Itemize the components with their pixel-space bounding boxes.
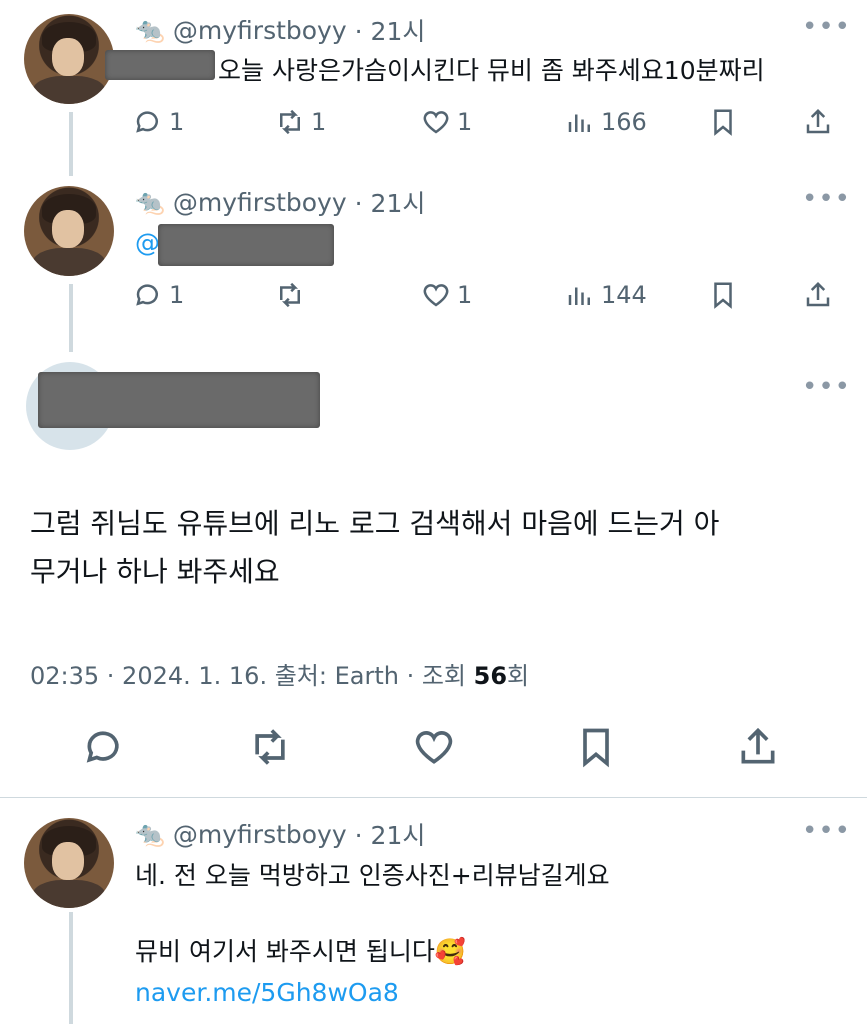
rat-emoji: 🐀: [135, 188, 165, 216]
views-icon: [568, 114, 590, 132]
rat-emoji: 🐀: [135, 16, 165, 44]
avatar[interactable]: [24, 186, 114, 276]
views-button[interactable]: 166: [565, 107, 647, 137]
bookmark-button[interactable]: [708, 107, 738, 137]
mention-link[interactable]: @: [135, 228, 160, 257]
user-handle[interactable]: @myfirstboyy: [173, 820, 347, 849]
user-handle[interactable]: @myfirstboyy: [173, 16, 347, 45]
tweet-actions: 1 1 144: [133, 280, 833, 320]
reply-button[interactable]: 1: [133, 280, 184, 310]
retweet-icon: [280, 282, 300, 308]
share-button[interactable]: [803, 280, 833, 310]
tweet-header: 🐀 @myfirstboyy · 21시: [135, 184, 425, 220]
timestamp[interactable]: · 21시: [355, 184, 426, 220]
views-icon: [568, 287, 590, 305]
reply-count: 1: [169, 281, 185, 309]
thread-line: [69, 284, 73, 352]
smiling-hearts-emoji: 🥰: [434, 937, 466, 966]
divider: [0, 797, 867, 798]
share-button[interactable]: [803, 107, 833, 137]
reply-text: 뮤비 여기서 봐주시면 됩니다: [135, 937, 435, 966]
bookmark-button[interactable]: [708, 280, 738, 310]
like-button[interactable]: [412, 725, 456, 773]
share-icon: [806, 108, 830, 134]
redacted-block: [158, 224, 334, 266]
views-suffix: 회: [507, 662, 530, 690]
retweet-button[interactable]: 1: [275, 107, 326, 137]
share-button[interactable]: [736, 725, 780, 773]
like-button[interactable]: 1: [421, 107, 472, 137]
reply-icon: [136, 111, 158, 133]
timestamp[interactable]: · 21시: [355, 12, 426, 48]
heart-icon: [423, 284, 449, 307]
thread-line: [69, 912, 73, 1024]
meta-text[interactable]: 02:35 · 2024. 1. 16. 출처: Earth · 조회: [30, 662, 474, 690]
redacted-block: [105, 50, 215, 80]
more-icon[interactable]: •••: [802, 184, 851, 214]
bookmark-icon: [714, 282, 732, 309]
retweet-icon: [280, 109, 300, 135]
views-button[interactable]: 144: [565, 280, 647, 310]
share-icon: [806, 281, 830, 307]
reply-count: 1: [169, 108, 185, 136]
bookmark-icon: [714, 109, 732, 136]
bookmark-button[interactable]: [574, 725, 618, 773]
reply-button[interactable]: 1: [133, 107, 184, 137]
like-button[interactable]: 1: [421, 280, 472, 310]
like-count: 1: [457, 108, 473, 136]
retweet-button[interactable]: [275, 280, 311, 310]
tweet-header: 🐀 @myfirstboyy · 21시: [135, 12, 425, 48]
bookmark-icon: [583, 728, 609, 768]
share-icon: [741, 727, 775, 764]
reply-text-line: 네. 전 오늘 먹방하고 인증사진+리뷰남길게요: [135, 861, 610, 890]
heart-icon: [415, 731, 453, 764]
redacted-block: [38, 372, 320, 428]
more-icon[interactable]: •••: [802, 372, 851, 402]
view-count: 56: [473, 662, 508, 690]
external-link[interactable]: naver.me/5Gh8wOa8: [135, 978, 399, 1007]
reply-button[interactable]: [82, 725, 126, 773]
retweet-icon: [255, 729, 285, 765]
tweet-actions: 1 1 1 166: [133, 107, 833, 147]
main-tweet-text: 그럼 쥐님도 유튜브에 리노 로그 검색해서 마음에 드는거 아 무거나 하나 …: [30, 500, 840, 596]
main-tweet-line: 그럼 쥐님도 유튜브에 리노 로그 검색해서 마음에 드는거 아: [30, 507, 720, 540]
thread-line: [69, 112, 73, 176]
tweet-text: 오늘 사랑은가슴이시킨다 뮤비 좀 봐주세요10분짜리: [218, 56, 765, 85]
avatar[interactable]: [24, 14, 114, 104]
more-icon[interactable]: •••: [802, 12, 851, 42]
main-tweet-actions: [0, 725, 867, 775]
tweet-header: 🐀 @myfirstboyy · 21시: [135, 816, 425, 852]
timestamp[interactable]: · 21시: [355, 816, 426, 852]
retweet-count: 1: [311, 108, 327, 136]
retweet-button[interactable]: [248, 725, 292, 773]
heart-icon: [423, 111, 449, 134]
tweet-meta: 02:35 · 2024. 1. 16. 출처: Earth · 조회 56회: [30, 656, 529, 691]
reply-text-line: 뮤비 여기서 봐주시면 됩니다🥰: [135, 932, 466, 968]
view-count: 144: [601, 281, 647, 309]
like-count: 1: [457, 281, 473, 309]
reply-icon: [86, 731, 119, 763]
reply-icon: [136, 284, 158, 306]
rat-emoji: 🐀: [135, 820, 165, 848]
more-icon[interactable]: •••: [802, 816, 851, 846]
view-count: 166: [601, 108, 647, 136]
main-tweet-line: 무거나 하나 봐주세요: [30, 555, 280, 588]
avatar[interactable]: [24, 818, 114, 908]
user-handle[interactable]: @myfirstboyy: [173, 188, 347, 217]
